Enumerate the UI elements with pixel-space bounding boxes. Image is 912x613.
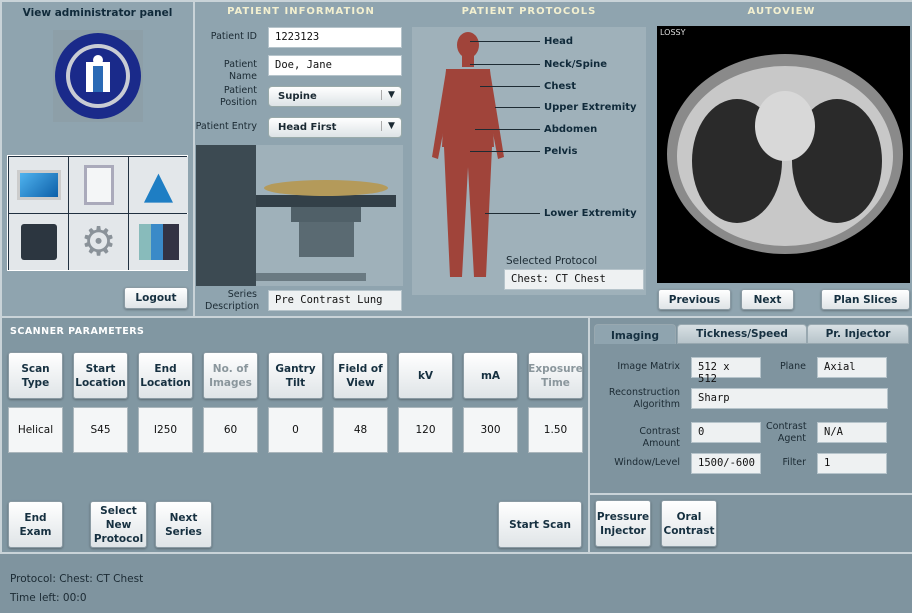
filter-input[interactable]: 1 — [817, 453, 887, 474]
end-exam-button[interactable]: End Exam — [8, 501, 63, 548]
param-button[interactable]: No. of Images — [203, 352, 258, 399]
tab-imaging[interactable]: Imaging — [594, 324, 676, 346]
patient-position-select[interactable]: Supine ▼ — [268, 86, 402, 107]
protocols-title: PATIENT PROTOCOLS — [461, 6, 597, 17]
next-button[interactable]: Next — [741, 289, 794, 310]
param-button[interactable]: kV — [398, 352, 453, 399]
contrast-agent-label: Contrast Agent — [766, 421, 807, 444]
param-value[interactable]: 120 — [398, 407, 453, 453]
gear-icon: ⚙ — [80, 219, 117, 265]
contrast-amount-label: Contrast Amount — [639, 426, 680, 449]
protocol-line-lower — [485, 213, 540, 214]
param-button[interactable]: Gantry Tilt — [268, 352, 323, 399]
window-level-label: Window/Level — [614, 457, 680, 468]
patient-info-title: PATIENT INFORMATION — [227, 6, 375, 17]
param-button[interactable]: mA — [463, 352, 518, 399]
plane-input[interactable]: Axial — [817, 357, 887, 378]
plan-slices-button[interactable]: Plan Slices — [821, 289, 910, 310]
param-value[interactable]: 60 — [203, 407, 258, 453]
image-matrix-input[interactable]: 512 x 512 — [691, 357, 761, 385]
previous-button[interactable]: Previous — [658, 289, 731, 310]
patient-id-label: Patient ID — [210, 31, 257, 42]
patient-entry-label: Patient Entry — [195, 121, 257, 132]
param-value[interactable]: 0 — [268, 407, 323, 453]
scanner-parameters-title: SCANNER PARAMETERS — [10, 326, 145, 337]
protocol-pelvis[interactable]: Pelvis — [544, 146, 577, 157]
patient-name-label: Patient Name — [223, 59, 257, 82]
lossy-overlay: LOSSY — [660, 28, 686, 37]
select-new-protocol-button[interactable]: Select New Protocol — [90, 501, 147, 548]
patient-id-input[interactable]: 1223123 — [268, 27, 402, 48]
records-button[interactable] — [129, 214, 188, 270]
patient-entry-select[interactable]: Head First ▼ — [268, 117, 402, 138]
protocol-line-abdomen — [475, 129, 540, 130]
monitor-icon — [16, 170, 61, 200]
scanner-gantry-image — [196, 145, 403, 286]
protocol-lower-extremity[interactable]: Lower Extremity — [544, 208, 637, 219]
protocol-line-pelvis — [470, 151, 540, 152]
logout-button[interactable]: Logout — [124, 287, 188, 309]
filter-label: Filter — [782, 457, 806, 468]
protocol-chest[interactable]: Chest — [544, 81, 576, 92]
protocol-abdomen[interactable]: Abdomen — [544, 124, 597, 135]
clipboard-button[interactable] — [69, 157, 128, 213]
reconstruction-algorithm-label: Reconstruction Algorithm — [608, 387, 680, 410]
param-button[interactable]: Scan Type — [8, 352, 63, 399]
pressure-injector-button[interactable]: Pressure Injector — [595, 500, 651, 547]
reconstruction-algorithm-input[interactable]: Sharp — [691, 388, 888, 409]
tab-pr-injector[interactable]: Pr. Injector — [807, 324, 909, 344]
contrast-amount-input[interactable]: 0 — [691, 422, 761, 443]
param-value[interactable]: S45 — [73, 407, 128, 453]
institute-logo — [53, 30, 143, 122]
clipboard-icon — [83, 165, 114, 205]
save-button[interactable] — [9, 214, 68, 270]
autoview-title: AUTOVIEW — [747, 6, 816, 17]
param-button[interactable]: Exposure Time — [528, 352, 583, 399]
warning-button[interactable]: ▲ — [129, 157, 188, 213]
chevron-down-icon: ▼ — [381, 90, 401, 100]
monitor-button[interactable] — [9, 157, 68, 213]
start-scan-button[interactable]: Start Scan — [498, 501, 582, 548]
param-value[interactable]: 1.50 — [528, 407, 583, 453]
param-button[interactable]: Start Location — [73, 352, 128, 399]
oral-contrast-button[interactable]: Oral Contrast — [661, 500, 717, 547]
chevron-down-icon: ▼ — [381, 121, 401, 131]
protocol-line-upper — [495, 107, 540, 108]
param-button[interactable]: Field of View — [333, 352, 388, 399]
plane-label: Plane — [779, 361, 806, 372]
tab-thickness-speed[interactable]: Tickness/Speed — [677, 324, 807, 344]
param-button[interactable]: End Location — [138, 352, 193, 399]
contrast-agent-input[interactable]: N/A — [817, 422, 887, 443]
patient-entry-value: Head First — [278, 122, 337, 133]
param-value[interactable]: 48 — [333, 407, 388, 453]
patient-position-label: Patient Position — [220, 85, 257, 108]
series-description-input[interactable]: Pre Contrast Lung — [268, 290, 402, 311]
param-value[interactable]: I250 — [138, 407, 193, 453]
protocol-line-chest — [480, 86, 540, 87]
image-matrix-label: Image Matrix — [617, 361, 680, 372]
series-description-label: Series Description — [205, 289, 260, 312]
protocol-line-head — [470, 41, 540, 42]
protocol-line-neck — [470, 64, 540, 65]
ct-image[interactable]: LOSSY — [657, 26, 910, 283]
protocol-head[interactable]: Head — [544, 36, 573, 47]
floppy-disk-icon — [20, 224, 57, 260]
binders-icon — [138, 224, 179, 260]
settings-button[interactable]: ⚙ — [69, 214, 128, 270]
status-protocol: Protocol: Chest: CT Chest — [10, 573, 144, 585]
warning-icon: ▲ — [143, 163, 174, 207]
param-value[interactable]: Helical — [8, 407, 63, 453]
window-level-input[interactable]: 1500/-600 — [691, 453, 761, 474]
protocol-neck-spine[interactable]: Neck/Spine — [544, 59, 607, 70]
protocol-upper-extremity[interactable]: Upper Extremity — [544, 102, 637, 113]
admin-panel-title[interactable]: View administrator panel — [2, 7, 193, 19]
param-value[interactable]: 300 — [463, 407, 518, 453]
selected-protocol-label: Selected Protocol — [506, 255, 598, 267]
status-time-left: Time left: 00:0 — [10, 592, 87, 604]
patient-position-value: Supine — [278, 91, 317, 102]
patient-name-input[interactable]: Doe, Jane — [268, 55, 402, 76]
next-series-button[interactable]: Next Series — [155, 501, 212, 548]
selected-protocol-field: Chest: CT Chest — [504, 269, 644, 290]
